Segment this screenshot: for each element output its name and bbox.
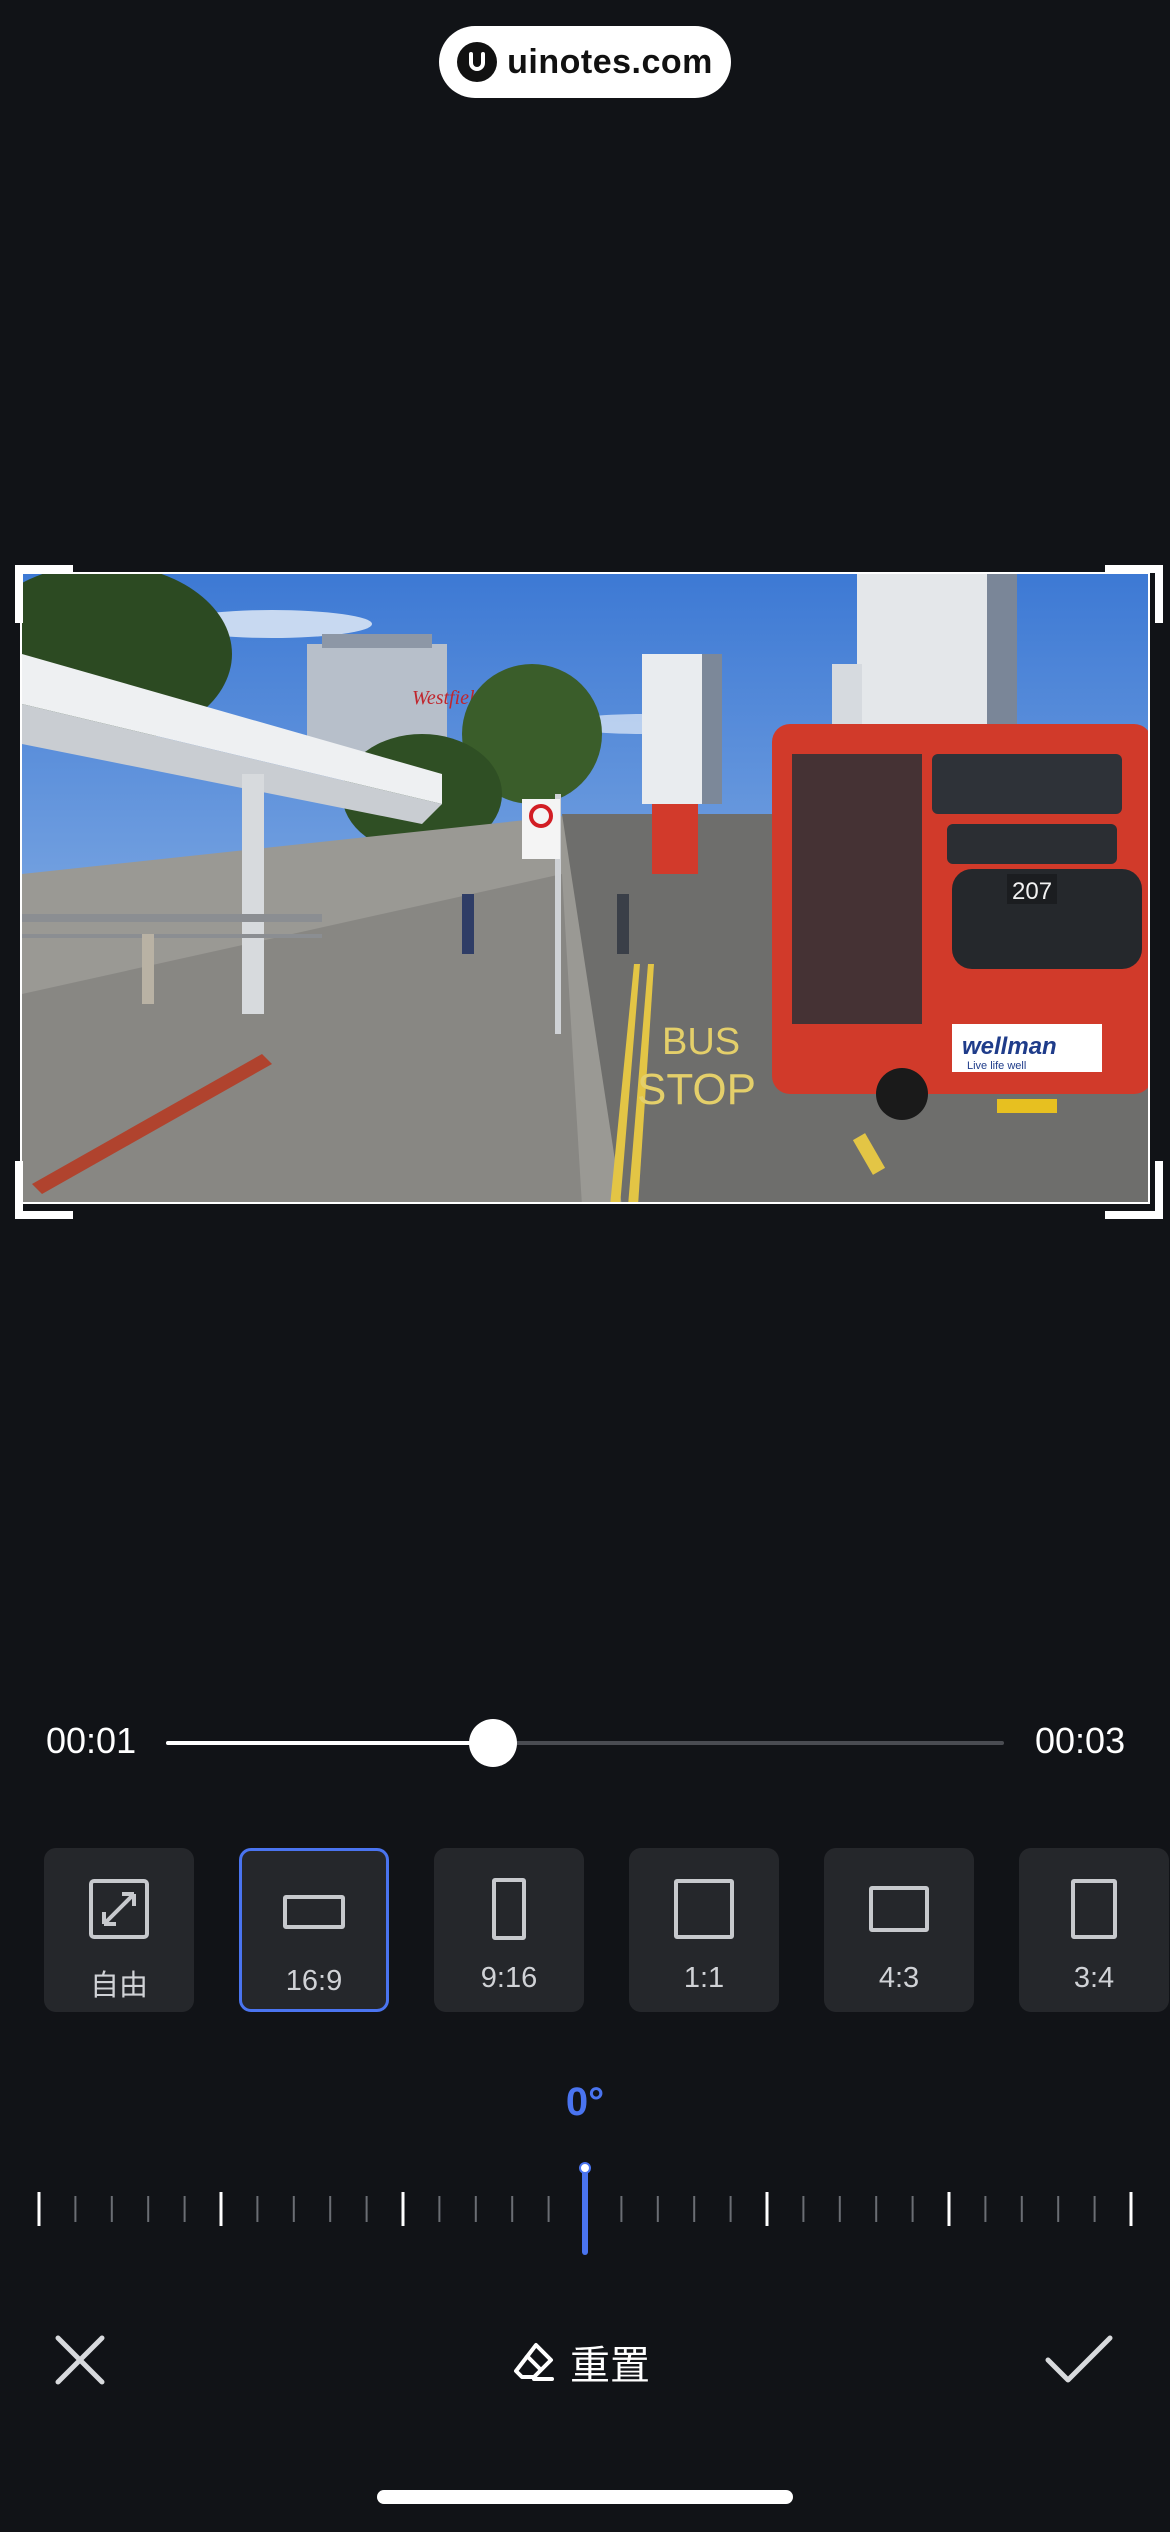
ratio-3-4-button[interactable]: 3:4 <box>1019 1848 1169 2012</box>
close-icon <box>55 2335 105 2385</box>
rotation-angle-readout: 0° <box>565 2080 605 2124</box>
road-text-stop: STOP <box>637 1065 756 1114</box>
total-duration: 00:03 <box>1035 1720 1126 1761</box>
ratio-4-3-button[interactable]: 4:3 <box>824 1848 974 2012</box>
ratio-16-9-button[interactable]: 16:9 <box>239 1848 389 2012</box>
ratio-1-1-icon <box>674 1878 734 1940</box>
watermark-badge: uinotes.com <box>439 26 731 98</box>
check-icon <box>1045 2335 1113 2383</box>
video-frame-image: Westfield BUS STOP 207 wellman Live life… <box>22 574 1148 1202</box>
ratio-16-9-icon <box>283 1881 345 1943</box>
confirm-button[interactable] <box>1044 2332 1114 2388</box>
eraser-icon <box>514 2343 554 2381</box>
ratio-free-button[interactable]: 自由 <box>44 1848 194 2012</box>
ratio-label: 3:4 <box>1073 1962 1115 1994</box>
current-time: 00:01 <box>46 1720 137 1761</box>
road-text-bus: BUS <box>662 1021 740 1063</box>
close-button[interactable] <box>52 2332 108 2388</box>
rotation-indicator-dot <box>579 2162 591 2174</box>
ratio-9-16-button[interactable]: 9:16 <box>434 1848 584 2012</box>
bus-route-number: 207 <box>1012 878 1052 905</box>
ratio-label: 4:3 <box>878 1962 920 1994</box>
free-crop-icon <box>88 1878 150 1940</box>
bus-ad-tagline: Live life well <box>967 1060 1026 1072</box>
crop-handle-top-left[interactable] <box>15 565 73 623</box>
ratio-3-4-icon <box>1071 1878 1117 1940</box>
ratio-label: 9:16 <box>480 1962 538 1994</box>
aspect-ratio-list: 自由 16:9 9:16 1:1 4:3 3:4 <box>44 1848 1170 2014</box>
watermark-text: uinotes.com <box>507 42 713 81</box>
crop-handle-bottom-right[interactable] <box>1105 1161 1163 1219</box>
ratio-label: 1:1 <box>683 1962 725 1994</box>
home-indicator <box>377 2490 793 2504</box>
reset-button[interactable]: 重置 <box>512 2330 650 2394</box>
timeline-track[interactable] <box>166 1741 1004 1745</box>
crop-preview[interactable]: Westfield BUS STOP 207 wellman Live life… <box>20 572 1150 1204</box>
ratio-4-3-icon <box>869 1878 929 1940</box>
bus-ad-brand: wellman <box>962 1033 1057 1060</box>
crop-handle-bottom-left[interactable] <box>15 1161 73 1219</box>
uinotes-logo-icon <box>457 42 498 82</box>
crop-handle-top-right[interactable] <box>1105 565 1163 623</box>
ratio-9-16-icon <box>492 1878 526 1940</box>
timeline-progress <box>166 1741 493 1745</box>
rotation-ruler[interactable] <box>0 2160 1170 2260</box>
ratio-1-1-button[interactable]: 1:1 <box>629 1848 779 2012</box>
timeline-scrubber-thumb[interactable] <box>468 1719 517 1767</box>
ratio-label: 自由 <box>89 1970 148 2002</box>
reset-label: 重置 <box>570 2344 650 2388</box>
ratio-label: 16:9 <box>285 1965 343 1997</box>
